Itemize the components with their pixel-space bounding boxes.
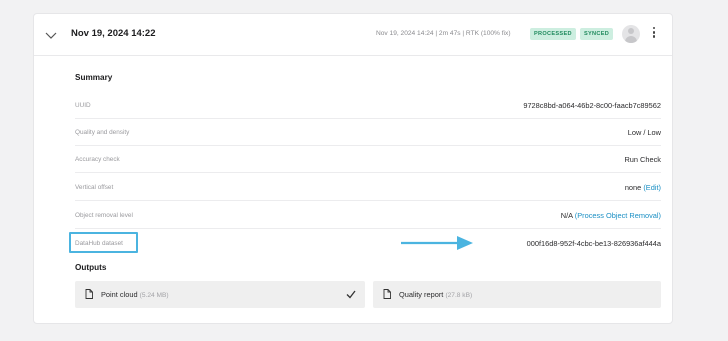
datahub-dataset-link[interactable]: 000f16d8-952f-4cbc-be13-826936af444a [527, 239, 661, 248]
processed-badge: PROCESSED [530, 28, 576, 40]
object-removal-text: N/A [560, 211, 573, 220]
synced-badge: SYNCED [580, 28, 614, 40]
vertical-offset-value: none (Edit) [625, 183, 661, 192]
file-icon [383, 289, 391, 299]
summary-title: Summary [75, 73, 113, 82]
uuid-value: 9728c8bd-a064-46b2-8c00-faacb7c89562 [523, 101, 661, 110]
more-options-icon[interactable] [651, 27, 657, 41]
summary-row-datahub: DataHub dataset 000f16d8-952f-4cbc-be13-… [69, 231, 661, 257]
quality-value: Low / Low [627, 128, 661, 137]
arrow-right-icon [401, 236, 473, 250]
capture-meta: Nov 19, 2024 14:24 | 2m 47s | RTK (100% … [376, 30, 511, 37]
uuid-label: UUID [75, 102, 91, 109]
output-point-cloud[interactable]: Point cloud (5.24 MB) [75, 281, 365, 308]
summary-row-accuracy: Accuracy check Run Check [75, 147, 661, 173]
point-cloud-name: Point cloud [101, 290, 138, 299]
point-cloud-size: (5.24 MB) [139, 292, 169, 299]
output-name: Point cloud (5.24 MB) [101, 290, 169, 299]
output-quality-report[interactable]: Quality report (27.8 kB) [373, 281, 661, 308]
check-icon [346, 290, 356, 299]
object-removal-value: N/A (Process Object Removal) [561, 211, 661, 220]
outputs-title: Outputs [75, 263, 107, 272]
summary-row-object-removal: Object removal level N/A (Process Object… [75, 203, 661, 229]
vertical-offset-text: none [624, 183, 642, 192]
avatar-body-shape [625, 36, 637, 43]
capture-title: Nov 19, 2024 14:22 [71, 28, 156, 39]
file-icon [85, 289, 93, 299]
summary-row-vertical-offset: Vertical offset none (Edit) [75, 175, 661, 201]
capture-card: Nov 19, 2024 14:22 Nov 19, 2024 14:24 | … [33, 13, 673, 324]
output-name: Quality report (27.8 kB) [399, 290, 472, 299]
summary-row-quality: Quality and density Low / Low [75, 120, 661, 146]
object-removal-label: Object removal level [75, 212, 133, 219]
quality-report-name: Quality report [399, 290, 444, 299]
vertical-offset-label: Vertical offset [75, 184, 114, 191]
run-check-link[interactable]: Run Check [624, 155, 661, 164]
summary-row-uuid: UUID 9728c8bd-a064-46b2-8c00-faacb7c8956… [75, 93, 661, 119]
accuracy-label: Accuracy check [75, 156, 120, 163]
quality-label: Quality and density [75, 129, 130, 136]
quality-report-size: (27.8 kB) [445, 292, 473, 299]
process-object-removal-link[interactable]: (Process Object Removal) [575, 211, 661, 220]
chevron-down-icon[interactable] [44, 28, 58, 42]
datahub-label: DataHub dataset [75, 240, 123, 247]
avatar-head-shape [628, 28, 634, 34]
edit-offset-link[interactable]: (Edit) [643, 183, 661, 192]
card-header[interactable]: Nov 19, 2024 14:22 Nov 19, 2024 14:24 | … [34, 14, 672, 56]
avatar[interactable] [622, 25, 640, 43]
